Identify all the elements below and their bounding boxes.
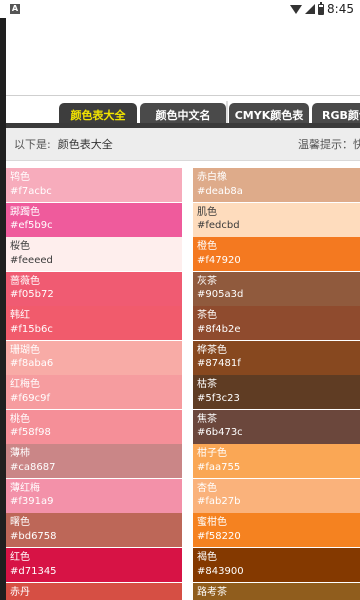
color-name: 桃色 xyxy=(10,413,30,425)
color-hex: #f05b72 xyxy=(10,289,54,301)
color-swatch[interactable]: 橙色 #f47920 xyxy=(193,237,360,272)
color-name: 茶色 xyxy=(197,310,217,322)
color-name: 薄红梅 xyxy=(10,482,40,494)
color-grid: 鸨色 #f7acbc 踯躅色 #ef5b9c 桜色 #feeeed 蔷薇色 #f05b72 韩红… xyxy=(6,168,360,600)
color-swatch[interactable]: 灰茶 #905a3d xyxy=(193,271,360,306)
color-name: 灰茶 xyxy=(197,275,217,287)
color-hex: #f58f98 xyxy=(10,427,51,439)
color-name: 蜜柑色 xyxy=(197,517,227,529)
color-hex: #843900 xyxy=(197,565,244,577)
signal-icon xyxy=(305,4,316,14)
info-bar: 以下是: 颜色表大全 温馨提示：快 xyxy=(6,128,360,161)
color-hex: #8f4b2e xyxy=(197,323,241,335)
color-name: 桦茶色 xyxy=(197,344,227,356)
color-name: 赤丹 xyxy=(10,586,30,598)
color-hex: #f8aba6 xyxy=(10,358,54,370)
color-swatch[interactable]: 路考茶#905d1d xyxy=(193,582,360,600)
color-swatch[interactable]: 桜色 #feeeed xyxy=(6,237,182,272)
color-swatch[interactable]: 蔷薇色 #f05b72 xyxy=(6,271,182,306)
color-name: 珊瑚色 xyxy=(10,344,40,356)
status-time: 8:45 xyxy=(327,2,354,16)
color-name: 鸨色 xyxy=(10,172,30,183)
color-name: 赤白橡 xyxy=(197,172,227,183)
color-hex: #6b473c xyxy=(197,427,243,439)
section-name: 颜色表大全 xyxy=(57,138,113,151)
color-swatch[interactable]: 肌色 #fedcbd xyxy=(193,202,360,237)
tip-text: 温馨提示：快 xyxy=(298,138,360,151)
color-hex: #ef5b9c xyxy=(10,220,53,232)
color-swatch[interactable]: 薄柿 #ca8687 xyxy=(6,444,182,479)
color-hex: #d71345 xyxy=(10,565,57,577)
color-swatch[interactable]: 赤白橡 #deab8a xyxy=(193,168,360,202)
color-swatch[interactable]: 杏色 #fab27b xyxy=(193,478,360,513)
color-swatch[interactable]: 赤丹#d64f44 xyxy=(6,582,182,600)
status-icons: 8:45 xyxy=(290,1,354,16)
color-swatch[interactable]: 蜜柑色 #f58220 xyxy=(193,513,360,548)
color-swatch[interactable]: 枯茶 #5f3c23 xyxy=(193,375,360,410)
color-swatch[interactable]: 红色 #d71345 xyxy=(6,548,182,583)
color-hex: #bd6758 xyxy=(10,530,57,542)
status-bar: A 8:45 xyxy=(0,0,360,18)
color-swatch[interactable]: 曙色 #bd6758 xyxy=(6,513,182,548)
color-name: 褐色 xyxy=(197,552,217,564)
color-swatch[interactable]: 鸨色 #f7acbc xyxy=(6,168,182,202)
color-hex: #87481f xyxy=(197,358,241,370)
color-name: 红色 xyxy=(10,552,30,564)
color-swatch[interactable]: 茶色 #8f4b2e xyxy=(193,306,360,341)
color-hex: #fab27b xyxy=(197,496,241,508)
color-name: 焦茶 xyxy=(197,413,217,425)
color-hex: #feeeed xyxy=(10,254,53,266)
color-swatch[interactable]: 红梅色 #f69c9f xyxy=(6,375,182,410)
color-name: 柑子色 xyxy=(197,448,227,460)
color-hex: #faa755 xyxy=(197,461,241,473)
color-hex: #ca8687 xyxy=(10,461,56,473)
section-prefix: 以下是: xyxy=(14,138,51,151)
color-swatch[interactable]: 柑子色 #faa755 xyxy=(193,444,360,479)
color-name: 红梅色 xyxy=(10,379,40,391)
color-swatch[interactable]: 韩红 #f15b6c xyxy=(6,306,182,341)
color-name: 橙色 xyxy=(197,241,217,253)
color-name: 路考茶 xyxy=(197,586,227,598)
color-swatch[interactable]: 珊瑚色 #f8aba6 xyxy=(6,340,182,375)
color-name: 肌色 xyxy=(197,206,217,218)
color-name: 踯躅色 xyxy=(10,206,40,218)
color-hex: #5f3c23 xyxy=(197,392,240,404)
color-hex: #f47920 xyxy=(197,254,241,266)
color-column-left: 鸨色 #f7acbc 踯躅色 #ef5b9c 桜色 #feeeed 蔷薇色 #f05b72 韩红… xyxy=(6,168,182,600)
color-hex: #905a3d xyxy=(197,289,244,301)
color-hex: #deab8a xyxy=(197,185,243,197)
color-name: 曙色 xyxy=(10,517,30,529)
color-hex: #fedcbd xyxy=(197,220,240,232)
color-hex: #f58220 xyxy=(197,530,241,542)
color-name: 枯茶 xyxy=(197,379,217,391)
battery-icon xyxy=(318,1,325,15)
color-swatch[interactable]: 焦茶 #6b473c xyxy=(193,409,360,444)
color-name: 薄柿 xyxy=(10,448,30,460)
color-swatch[interactable]: 桃色 #f58f98 xyxy=(6,409,182,444)
color-hex: #f391a9 xyxy=(10,496,54,508)
color-swatch[interactable]: 褐色 #843900 xyxy=(193,548,360,583)
color-name: 杏色 xyxy=(197,482,217,494)
color-swatch[interactable]: 薄红梅 #f391a9 xyxy=(6,478,182,513)
wifi-icon xyxy=(290,5,303,14)
app-notification-icon: A xyxy=(10,4,20,14)
color-hex: #f69c9f xyxy=(10,392,51,404)
color-name: 桜色 xyxy=(10,241,30,253)
color-name: 蔷薇色 xyxy=(10,275,40,287)
color-hex: #f15b6c xyxy=(10,323,53,335)
color-swatch[interactable]: 桦茶色 #87481f xyxy=(193,340,360,375)
tab-bar: 颜色表大全 颜色中文名 CMYK颜色表 RGB颜色 xyxy=(6,95,360,129)
color-swatch[interactable]: 踯躅色 #ef5b9c xyxy=(6,202,182,237)
color-column-right: 赤白橡 #deab8a 肌色 #fedcbd 橙色 #f47920 灰茶 #905a3d 茶色 #… xyxy=(193,168,360,600)
color-hex: #f7acbc xyxy=(10,185,52,197)
current-section-label: 以下是: 颜色表大全 xyxy=(14,128,113,160)
color-name: 韩红 xyxy=(10,310,30,322)
